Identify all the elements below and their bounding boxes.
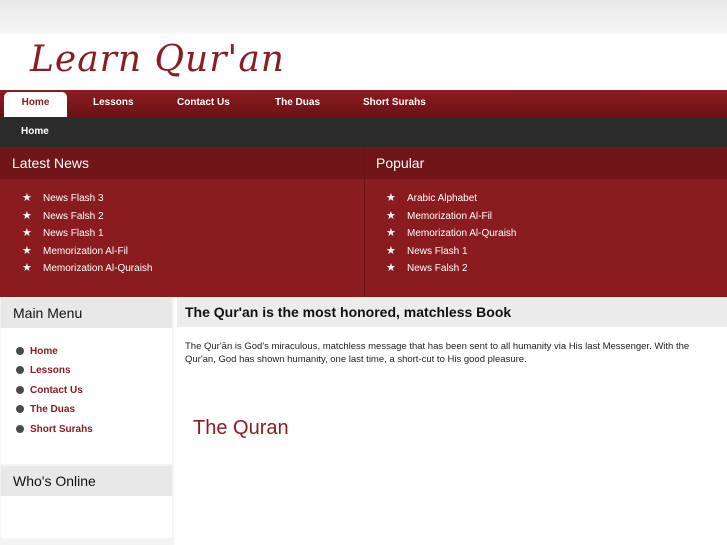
main-menu-title: Main Menu — [1, 298, 172, 328]
list-item[interactable]: ★ News Falsh 2 — [365, 260, 727, 278]
sidebar-item-label[interactable]: The Duas — [30, 404, 75, 415]
star-icon: ★ — [386, 192, 396, 204]
star-icon: ★ — [22, 209, 32, 222]
list-item[interactable]: ★ Memorization Al-Quraish — [0, 260, 364, 278]
sidebar-item-home[interactable]: Home — [16, 342, 172, 361]
star-icon: ★ — [22, 192, 32, 204]
list-item[interactable]: ★ Memorization Al-Quraish — [365, 225, 727, 243]
popular-module: Popular ★ Arabic Alphabet ★ Memorization A… — [365, 147, 727, 297]
sidebar-item-label[interactable]: Short Surahs — [30, 424, 93, 435]
sidebar-item-label[interactable]: Home — [30, 346, 58, 357]
site-logo[interactable]: Learn Qur'an — [30, 40, 285, 80]
dot-icon — [16, 424, 24, 433]
list-item[interactable]: ★ News Flash 3 — [0, 190, 364, 208]
featured-panel: Latest News ★ News Flash 3 ★ News Falsh 2 … — [0, 147, 727, 297]
nav-contact-us[interactable]: Contact Us — [177, 90, 230, 117]
dot-icon — [16, 405, 24, 414]
nav-home[interactable]: Home — [4, 92, 67, 117]
sidebar-item-the-duas[interactable]: The Duas — [16, 400, 172, 419]
main-nav: Lessons Contact Us The Duas Short Surahs — [0, 90, 727, 117]
popular-title: Popular — [365, 147, 727, 179]
news-link[interactable]: Memorization Al-Fil — [43, 246, 128, 257]
popular-link[interactable]: News Flash 1 — [407, 246, 468, 257]
sidebar-item-short-surahs[interactable]: Short Surahs — [16, 420, 172, 439]
latest-news-module: Latest News ★ News Flash 3 ★ News Falsh 2 … — [0, 147, 364, 297]
dot-icon — [16, 366, 24, 375]
popular-link[interactable]: News Falsh 2 — [407, 263, 468, 274]
list-item[interactable]: ★ News Falsh 2 — [0, 208, 364, 226]
nav-short-surahs[interactable]: Short Surahs — [363, 90, 426, 117]
popular-link[interactable]: Memorization Al-Fil — [407, 211, 492, 222]
sidebar-item-label[interactable]: Lessons — [30, 365, 71, 376]
whos-online-module: Who's Online — [1, 466, 172, 538]
article-title: The Qur'an is the most honored, matchles… — [177, 297, 727, 327]
popular-link[interactable]: Arabic Alphabet — [407, 193, 477, 204]
main-content: The Qur'an is the most honored, matchles… — [177, 297, 727, 545]
sidebar: Main Menu Home Lessons Contact Us The Du… — [0, 297, 174, 545]
breadcrumb-current[interactable]: Home — [21, 126, 49, 137]
star-icon: ★ — [386, 262, 396, 275]
list-item[interactable]: ★ Arabic Alphabet — [365, 190, 727, 208]
article-body: The Qur'ān is God's miraculous, matchles… — [185, 341, 690, 365]
breadcrumb: Home — [0, 117, 727, 147]
star-icon: ★ — [22, 227, 32, 240]
list-item[interactable]: ★ News Flash 1 — [365, 243, 727, 261]
news-link[interactable]: News Falsh 2 — [43, 211, 104, 222]
news-link[interactable]: Memorization Al-Quraish — [43, 263, 152, 274]
nav-lessons[interactable]: Lessons — [93, 90, 134, 117]
dot-icon — [16, 385, 24, 394]
star-icon: ★ — [22, 262, 32, 275]
star-icon: ★ — [386, 209, 396, 222]
star-icon: ★ — [22, 244, 32, 257]
sidebar-item-lessons[interactable]: Lessons — [16, 361, 172, 380]
star-icon: ★ — [386, 227, 396, 240]
whos-online-title: Who's Online — [1, 466, 172, 496]
dot-icon — [16, 347, 24, 355]
popular-link[interactable]: Memorization Al-Quraish — [407, 228, 516, 239]
latest-news-title: Latest News — [0, 147, 364, 179]
list-item[interactable]: ★ Memorization Al-Fil — [365, 208, 727, 226]
news-link[interactable]: News Flash 1 — [43, 228, 104, 239]
sidebar-item-contact-us[interactable]: Contact Us — [16, 381, 172, 400]
news-link[interactable]: News Flash 3 — [43, 193, 104, 204]
star-icon: ★ — [386, 244, 396, 257]
list-item[interactable]: ★ Memorization Al-Fil — [0, 243, 364, 261]
sidebar-item-label[interactable]: Contact Us — [30, 385, 83, 396]
article-subheading: The Quran — [193, 417, 289, 439]
list-item[interactable]: ★ News Flash 1 — [0, 225, 364, 243]
nav-the-duas[interactable]: The Duas — [275, 90, 320, 117]
top-strip — [0, 0, 727, 34]
main-menu-module: Main Menu Home Lessons Contact Us The Du… — [1, 298, 172, 464]
